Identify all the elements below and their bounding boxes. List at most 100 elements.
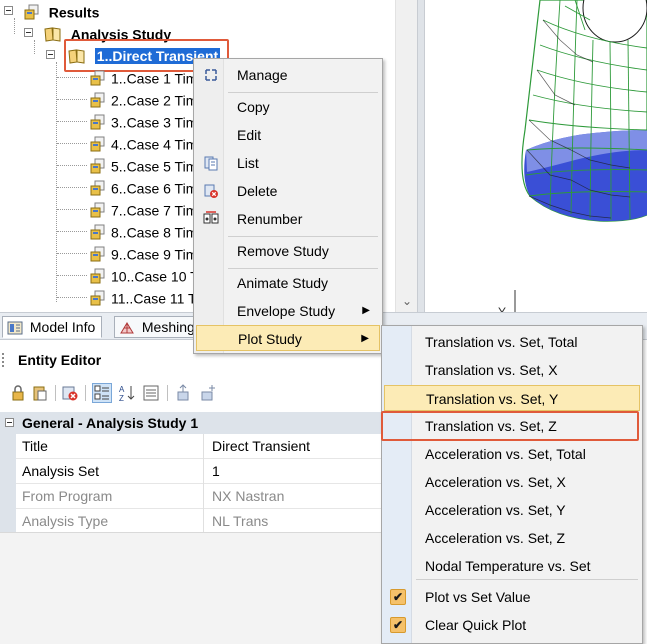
property-value[interactable]: 1 xyxy=(212,459,390,484)
delete-icon[interactable] xyxy=(60,383,80,403)
tree-guide-line xyxy=(57,209,87,210)
output-set-icon xyxy=(90,290,105,306)
property-value[interactable]: Direct Transient xyxy=(212,434,390,459)
tree-scrollbar[interactable]: ⌄ xyxy=(395,0,417,312)
tree-node-case-label: 6..Case 6 Tim xyxy=(111,180,198,197)
panel-splitter[interactable] xyxy=(417,0,425,312)
submenu-arrow-icon: ▶ xyxy=(362,305,370,316)
categorized-view-icon[interactable] xyxy=(92,383,112,403)
sort-alphabetical-icon[interactable]: AZ xyxy=(117,383,137,403)
menu-item-plot-option[interactable]: Translation vs. Set, Total xyxy=(384,329,640,355)
property-row[interactable]: Title Direct Transient xyxy=(0,434,390,459)
plot-study-submenu: Translation vs. Set, Total Translation vs… xyxy=(381,325,643,644)
collapse-toggle-icon[interactable] xyxy=(4,6,13,15)
menu-item-plot-vs-set-value[interactable]: ✔ Plot vs Set Value xyxy=(384,584,640,610)
tree-node-case[interactable]: 5..Case 5 Tim xyxy=(90,154,197,176)
menu-item-edit[interactable]: Edit xyxy=(196,122,380,148)
property-row[interactable]: Analysis Set 1 xyxy=(0,459,390,484)
tree-node-case[interactable]: 7..Case 7 Tim xyxy=(90,198,197,220)
menu-item-copy[interactable]: Copy xyxy=(196,94,380,120)
menu-item-plot-option-label: Acceleration vs. Set, Y xyxy=(425,502,566,518)
menu-item-remove-study[interactable]: Remove Study xyxy=(196,238,380,264)
menu-item-plot-option[interactable]: Nodal Temperature vs. Set xyxy=(384,553,640,579)
svg-text:A: A xyxy=(119,385,125,394)
menu-item-plot-option[interactable]: Translation vs. Set, X xyxy=(384,357,640,383)
tab-meshing[interactable]: Meshing xyxy=(114,316,202,338)
tree-node-case[interactable]: 2..Case 2 Tim xyxy=(90,88,197,110)
menu-item-plot-option-label: Nodal Temperature vs. Set xyxy=(425,558,591,574)
menu-item-edit-label: Edit xyxy=(237,127,262,143)
entity-editor-title: Entity Editor xyxy=(18,352,102,368)
tree-guide-line xyxy=(56,62,57,302)
menu-item-envelope-study[interactable]: Envelope Study ▶ xyxy=(196,298,380,324)
svg-text:Z: Z xyxy=(119,394,124,403)
output-set-icon xyxy=(90,136,105,152)
paste-icon[interactable] xyxy=(30,383,50,403)
checkmark-icon: ✔ xyxy=(390,617,406,633)
model-3d-view[interactable]: Y Y xyxy=(425,0,647,312)
lock-icon[interactable] xyxy=(8,383,28,403)
move-up-icon[interactable] xyxy=(174,383,194,403)
menu-item-renumber[interactable]: Renumber xyxy=(196,206,380,232)
menu-item-plot-option[interactable]: Acceleration vs. Set, Z xyxy=(384,525,640,551)
tree-guide-line xyxy=(57,99,87,100)
menu-item-clear-quick-plot-label: Clear Quick Plot xyxy=(425,617,527,633)
annotation-highlight-box xyxy=(381,411,639,441)
list-icon xyxy=(204,156,218,171)
model-info-tab-icon xyxy=(7,321,23,335)
tab-model-info[interactable]: Model Info xyxy=(2,316,103,338)
tree-guide-line xyxy=(57,297,87,298)
tree-node-case[interactable]: 3..Case 3 Tim xyxy=(90,110,197,132)
tree-guide-line xyxy=(57,253,87,254)
property-row[interactable]: Analysis Type NL Trans xyxy=(0,509,390,534)
menu-item-plot-option[interactable]: Acceleration vs. Set, Y xyxy=(384,497,640,523)
menu-item-plot-option-label: Translation vs. Set, Total xyxy=(425,334,578,350)
tree-node-case[interactable]: 1..Case 1 Tim xyxy=(90,66,197,88)
menu-item-manage[interactable]: Manage xyxy=(196,62,380,88)
collapse-toggle-icon[interactable] xyxy=(24,28,33,37)
output-set-icon xyxy=(90,202,105,218)
property-pages-icon[interactable] xyxy=(141,383,161,403)
menu-item-list[interactable]: List xyxy=(196,150,380,176)
tree-node-case-label: 5..Case 5 Tim xyxy=(111,158,198,175)
tree-node-case[interactable]: 9..Case 9 Tim xyxy=(90,242,197,264)
menu-item-plot-option[interactable]: Translation vs. Set, Y xyxy=(384,385,640,411)
tree-node-case[interactable]: 8..Case 8 Tim xyxy=(90,220,197,242)
property-row[interactable]: From Program NX Nastran xyxy=(0,484,390,509)
tree-node-case[interactable]: 4..Case 4 Tim xyxy=(90,132,197,154)
property-value[interactable]: NL Trans xyxy=(212,509,390,534)
menu-item-plot-option[interactable]: Acceleration vs. Set, Total xyxy=(384,441,640,467)
menu-item-delete[interactable]: Delete xyxy=(196,178,380,204)
tree-node-case-label: 10..Case 10 T xyxy=(111,268,199,285)
tree-node-results[interactable]: Results xyxy=(4,0,99,22)
results-node-icon xyxy=(24,4,39,20)
menu-item-envelope-study-label: Envelope Study xyxy=(237,303,336,319)
add-item-icon[interactable] xyxy=(198,383,218,403)
tree-node-case[interactable]: 10..Case 10 T xyxy=(90,264,199,286)
tree-node-case-label: 9..Case 9 Tim xyxy=(111,246,198,263)
tree-guide-line xyxy=(57,275,87,276)
mesh-model-graphic: Y xyxy=(499,0,647,312)
menu-item-clear-quick-plot[interactable]: ✔ Clear Quick Plot xyxy=(384,612,640,638)
delete-icon xyxy=(204,184,218,198)
property-grid: General - Analysis Study 1 Title Direct T… xyxy=(0,412,390,534)
menu-item-remove-study-label: Remove Study xyxy=(237,243,329,259)
property-group-general[interactable]: General - Analysis Study 1 xyxy=(0,412,390,434)
output-set-icon xyxy=(90,114,105,130)
tree-label-results: Results xyxy=(48,4,100,21)
tree-node-case[interactable]: 6..Case 6 Tim xyxy=(90,176,197,198)
property-value[interactable]: NX Nastran xyxy=(212,484,390,509)
tree-node-case[interactable]: 11..Case 11 T xyxy=(90,286,197,308)
renumber-icon xyxy=(203,211,219,224)
collapse-toggle-icon[interactable] xyxy=(46,50,55,59)
scroll-down-arrow-icon[interactable]: ⌄ xyxy=(399,294,415,308)
tree-guide-line xyxy=(57,165,87,166)
collapse-toggle-icon[interactable] xyxy=(5,418,14,427)
menu-item-plot-study-label: Plot Study xyxy=(238,331,302,347)
menu-item-plot-study[interactable]: Plot Study ▶ xyxy=(196,325,380,351)
menu-item-manage-label: Manage xyxy=(237,67,288,83)
menu-item-animate-study[interactable]: Animate Study xyxy=(196,270,380,296)
submenu-arrow-icon: ▶ xyxy=(361,333,369,344)
menu-item-plot-option[interactable]: Acceleration vs. Set, X xyxy=(384,469,640,495)
drag-grip-icon[interactable] xyxy=(2,353,5,367)
